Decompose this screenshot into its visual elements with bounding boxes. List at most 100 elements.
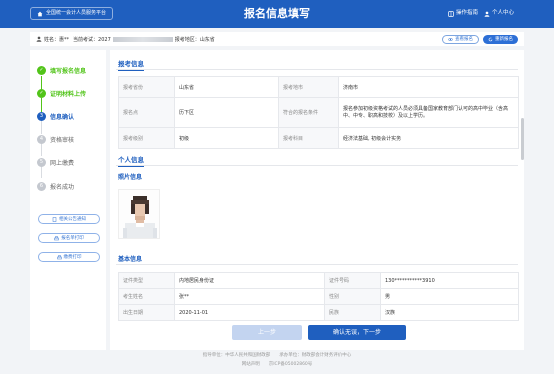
cell-value: 报名参加初级资格考试的人员必须具备国家教育部门认可的高中毕业（含高中、中专、职高… [338,97,519,128]
footer-line-1: 指导单位：中华人民共和国财政部 承办单位：财政部会计财务评价中心 [202,353,352,358]
step-registration-success: 6 报名成功 [37,181,74,191]
user-center-link[interactable]: 个人中心 [484,8,514,19]
cell-key: 报考科目 [278,127,339,149]
section-personal-info: 个人信息 [118,154,144,167]
book-icon [448,10,454,17]
divider [116,69,518,70]
top-header: 全国统一会计人员服务平台 报名信息填写 操作指南 个人中心 [0,0,554,28]
table-row: 报名点 历下区 符合的报名条件 报名参加初级资格考试的人员必须具备国家教育部门认… [118,97,519,128]
cell-key: 性别 [324,288,381,305]
cell-value: 山东省 [174,76,279,98]
cell-value: 130***********3910 [380,272,519,289]
basic-info-table: 证件类型 内地居民身份证 证件号码 130***********3910 考生姓… [118,272,519,321]
step-label: 证明材料上传 [50,90,87,98]
prev-step-button[interactable]: 上一步 [232,325,302,340]
section-title: 基本信息 [118,256,143,263]
step-online-payment: 5 网上缴费 [37,157,74,167]
person-icon [36,36,42,42]
user-icon [484,11,490,17]
guide-label: 操作指南 [456,10,479,16]
step-label: 资格审核 [50,136,75,144]
step-label: 报名成功 [50,183,75,191]
home-icon [37,11,43,16]
cell-key: 报考省份 [118,76,175,98]
check-icon: ✓ [37,88,46,98]
step-label: 信息确认 [50,113,75,121]
step-label: 填写报名信息 [50,67,87,75]
confirm-next-button[interactable]: 确认无误，下一步 [308,325,406,340]
step-upload-proof[interactable]: ✓ 证明材料上传 [37,88,86,98]
section-basic-info: 基本信息 [118,254,142,263]
print-registration-label: 报名单打印 [61,236,84,241]
divider [116,165,518,166]
announcements-label: 相关公告通知 [59,217,86,222]
step-connector [41,98,42,112]
cell-value: 男 [380,288,519,305]
guide-link[interactable]: 操作指南 [448,8,478,19]
exam-prefix: 当前考试：2027 [73,36,111,43]
cell-key: 出生日期 [118,304,175,321]
platform-home-link[interactable]: 全国统一会计人员服务平台 [30,7,114,20]
region-value: 山东省 [199,36,215,43]
step-number: 3 [37,111,46,121]
cell-value: 内地居民身份证 [174,272,325,289]
cell-key: 证件类型 [118,272,175,289]
divider [116,264,518,265]
candidate-info-bar: 姓名： 惠** 当前考试：2027 报考地区： 山东省 查看报名 重新报名 [30,32,524,46]
eye-icon [448,37,453,41]
print-registration-button[interactable]: 报名单打印 [38,233,100,243]
reset-registration-label: 重新报名 [495,36,513,42]
refresh-icon [488,37,493,41]
cell-key: 民族 [324,304,381,321]
step-number: 4 [37,134,46,144]
section-exam-info: 报考信息 [118,58,144,71]
section-photo-info: 照片信息 [118,172,142,181]
section-title: 报考信息 [118,60,144,68]
printer-icon [56,254,62,259]
step-connector [41,120,42,134]
view-registration-button[interactable]: 查看报名 [442,34,479,44]
exam-info-table: 报考省份 山东省 报考地市 济南市 报名点 历下区 符合的报名条件 报名参加初级… [118,76,519,149]
print-payment-label: 缴费打印 [63,255,82,260]
step-qualification-review: 4 资格审核 [37,134,74,144]
step-confirm-info[interactable]: 3 信息确认 [37,111,74,121]
cell-value: 2020-11-01 [174,304,325,321]
cell-value: 经济法基础, 初级会计实务 [338,127,519,149]
cell-value: 济南市 [338,76,519,98]
table-row: 出生日期 2020-11-01 民族 汉族 [118,304,519,321]
printer-icon [54,235,59,240]
cell-key: 报考级别 [118,127,175,149]
cell-key: 报名点 [118,97,175,128]
check-icon: ✓ [37,65,46,75]
table-row: 证件类型 内地居民身份证 证件号码 130***********3910 [118,272,519,289]
cell-key: 符合的报名条件 [278,97,339,128]
footer-line-2: 网站声明 京ICP备05002860号 [241,362,313,367]
cell-key: 报考地市 [278,76,339,98]
table-row: 考生姓名 张** 性别 男 [118,288,519,305]
cell-value: 初级 [174,127,279,149]
user-center-label: 个人中心 [492,10,515,16]
name-prefix: 姓名： [44,36,60,43]
cell-key: 证件号码 [324,272,381,289]
document-icon [52,216,57,222]
cell-value: 历下区 [174,97,279,128]
print-payment-button[interactable]: 缴费打印 [38,252,100,262]
section-title: 个人信息 [118,156,144,164]
view-registration-label: 查看报名 [455,36,473,42]
cell-value: 张** [174,288,325,305]
step-fill-info[interactable]: ✓ 填写报名信息 [37,65,86,75]
main-content: 报考信息 报考省份 山东省 报考地市 济南市 报名点 历下区 符合的报名条件 报… [110,50,524,350]
cell-value: 汉族 [380,304,519,321]
reset-registration-button[interactable]: 重新报名 [483,34,518,44]
table-row: 报考省份 山东省 报考地市 济南市 [118,76,519,98]
candidate-photo [118,189,160,239]
table-row: 报考级别 初级 报考科目 经济法基础, 初级会计实务 [118,127,519,149]
platform-label: 全国统一会计人员服务平台 [46,10,107,16]
cell-key: 考生姓名 [118,288,175,305]
step-number: 5 [37,157,46,167]
step-label: 网上缴费 [50,159,75,167]
announcements-button[interactable]: 相关公告通知 [38,214,100,224]
step-connector [41,142,42,156]
scrollbar-thumb[interactable] [521,118,524,160]
candidate-name: 惠** [59,36,70,43]
